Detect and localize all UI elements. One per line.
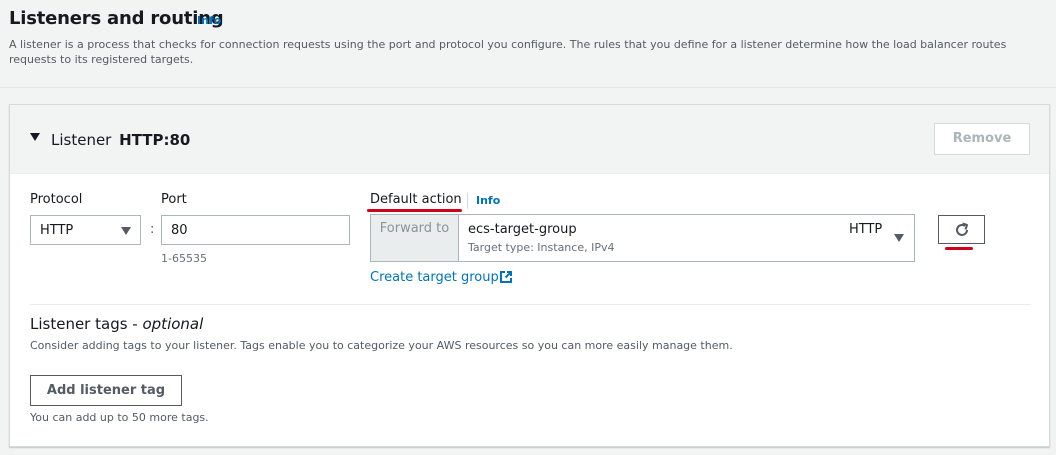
create-target-group-link[interactable]: Create target group xyxy=(370,270,499,285)
label-separator xyxy=(467,193,468,209)
refresh-icon xyxy=(956,222,968,236)
tags-limit-note: You can add up to 50 more tags. xyxy=(30,411,209,424)
target-group-name: ecs-target-group xyxy=(468,222,577,237)
port-input[interactable]: 80 xyxy=(161,215,350,245)
port-input-value: 80 xyxy=(171,223,188,238)
default-action-label: Default action xyxy=(370,192,462,207)
add-listener-tag-button[interactable]: Add listener tag xyxy=(30,375,182,406)
target-group-type: Target type: Instance, IPv4 xyxy=(468,241,615,254)
dropdown-caret-icon xyxy=(894,234,904,242)
listener-heading: Listener HTTP:80 xyxy=(51,131,190,149)
listener-tags-optional: optional xyxy=(142,315,204,333)
listener-panel: Listener HTTP:80 Remove Protocol HTTP : … xyxy=(9,104,1050,447)
listener-tags-title-text: Listener tags - xyxy=(30,315,143,333)
remove-button[interactable]: Remove xyxy=(934,123,1030,155)
dropdown-caret-icon xyxy=(121,227,131,235)
target-group-select[interactable]: Forward to ecs-target-group Target type:… xyxy=(370,214,915,262)
protocol-select[interactable]: HTTP xyxy=(30,215,141,245)
protocol-select-value: HTTP xyxy=(40,223,74,238)
protocol-label: Protocol xyxy=(30,192,83,207)
listener-panel-header[interactable]: Listener HTTP:80 Remove xyxy=(10,105,1049,174)
header-divider xyxy=(0,87,1056,88)
protocol-port-separator: : xyxy=(150,222,155,237)
listener-label: Listener xyxy=(51,131,112,149)
listener-tags-description: Consider adding tags to your listener. T… xyxy=(30,339,733,352)
section-divider xyxy=(30,304,1031,305)
target-group-protocol: HTTP xyxy=(849,222,883,237)
default-action-info-link[interactable]: Info xyxy=(476,194,500,207)
forward-to-label: Forward to xyxy=(371,215,459,261)
refresh-button[interactable] xyxy=(938,215,985,244)
annotation-underline xyxy=(945,247,973,250)
section-title: Listeners and routing xyxy=(9,8,224,29)
section-info-link[interactable]: Info xyxy=(197,14,221,27)
section-header: Listeners and routing Info A listener is… xyxy=(0,0,1056,88)
listener-value: HTTP:80 xyxy=(119,131,191,149)
external-link-icon[interactable] xyxy=(499,270,513,284)
annotation-underline xyxy=(367,209,462,212)
port-label: Port xyxy=(161,192,187,207)
port-hint: 1-65535 xyxy=(161,252,207,265)
listener-tags-title: Listener tags - optional xyxy=(30,315,203,333)
caret-down-icon[interactable] xyxy=(30,133,40,141)
section-description: A listener is a process that checks for … xyxy=(9,38,1007,66)
